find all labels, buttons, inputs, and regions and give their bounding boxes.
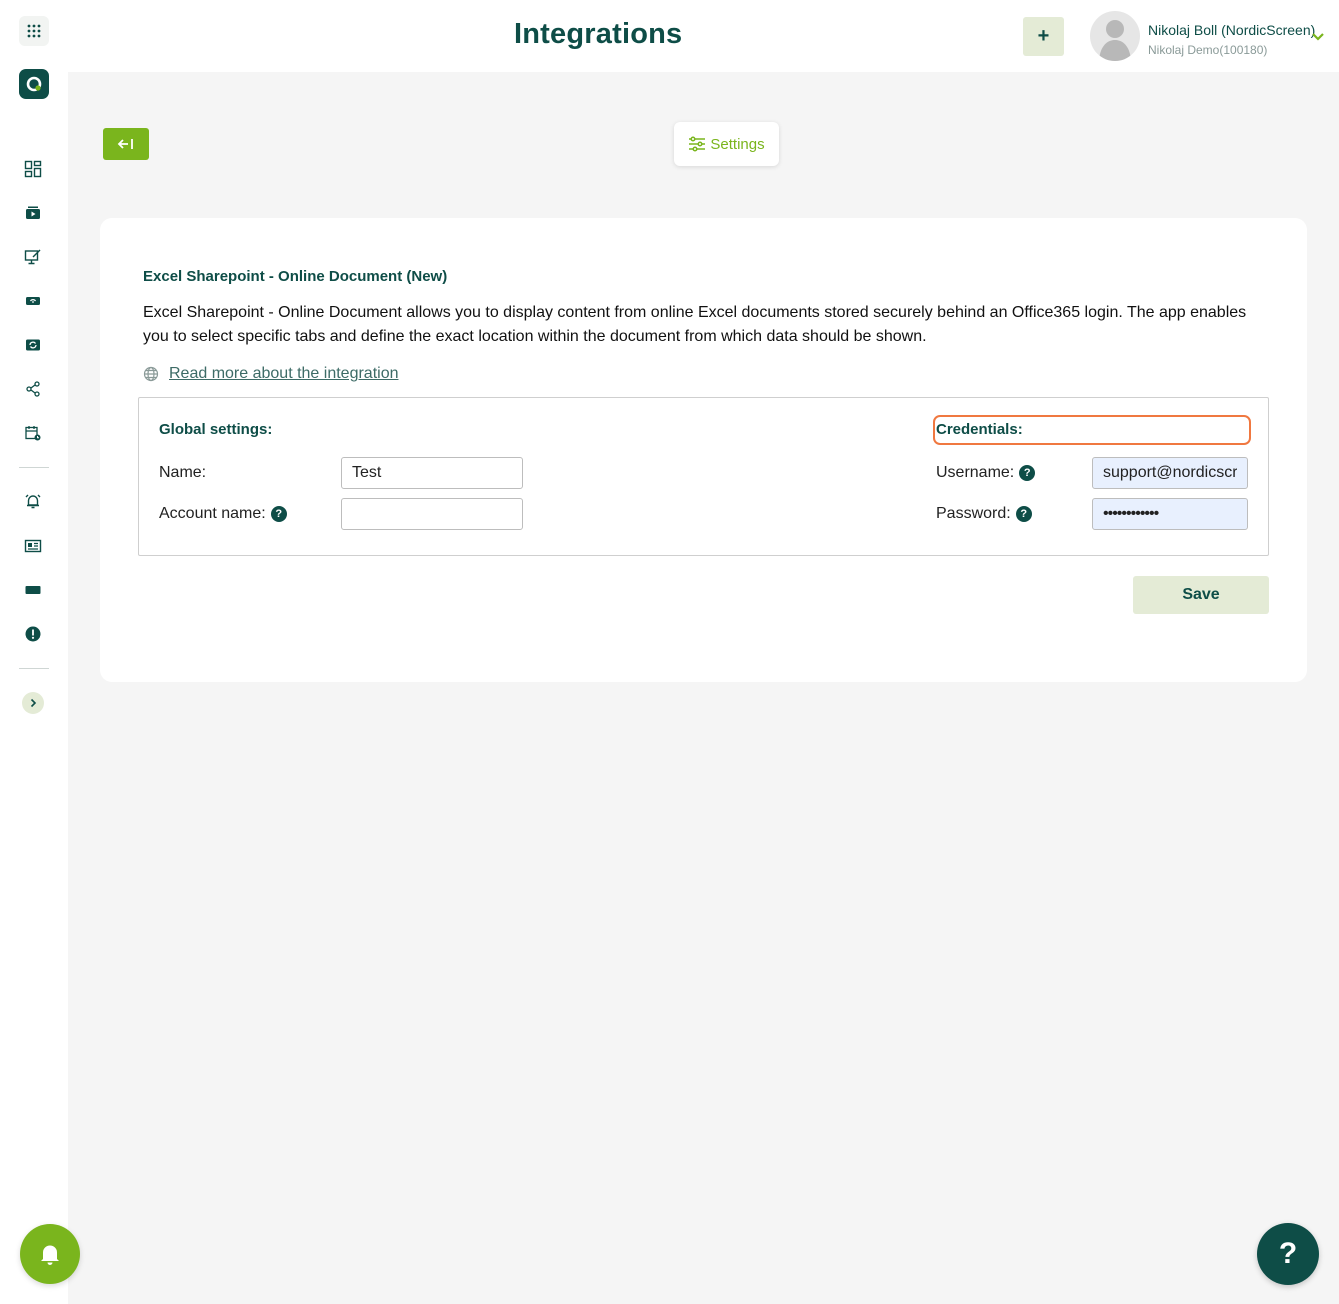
account-name-input[interactable] — [341, 498, 523, 530]
schedule-icon[interactable] — [22, 422, 44, 444]
help-icon[interactable]: ? — [1015, 506, 1032, 522]
apps-grid-icon[interactable] — [19, 16, 49, 46]
password-input[interactable] — [1092, 498, 1248, 530]
app-logo[interactable] — [19, 69, 49, 99]
sidebar — [0, 0, 80, 1304]
bell-icon — [41, 1245, 59, 1265]
edit-screen-icon[interactable] — [22, 246, 44, 268]
account-name-label: Account name: ? — [159, 505, 287, 523]
read-more-row: Read more about the integration — [143, 365, 398, 383]
name-input[interactable] — [341, 457, 523, 489]
user-organization: Nikolaj Demo(100180) — [1148, 43, 1268, 57]
arrow-left-icon — [117, 139, 133, 149]
media-icon[interactable] — [22, 202, 44, 224]
globe-icon — [143, 366, 159, 382]
help-icon[interactable]: ? — [1019, 465, 1036, 481]
name-label-text: Name: — [159, 464, 207, 481]
chevron-down-icon[interactable] — [1311, 30, 1325, 42]
share-icon[interactable] — [22, 378, 44, 400]
page-title: Integrations — [514, 18, 683, 50]
chevron-right-icon — [30, 698, 37, 708]
avatar[interactable] — [1090, 11, 1140, 61]
alarm-icon[interactable] — [22, 490, 44, 512]
integration-title: Excel Sharepoint - Online Document (New) — [143, 268, 448, 285]
username-label: Username: ? — [936, 464, 1036, 482]
player-icon[interactable] — [22, 290, 44, 312]
news-icon[interactable] — [22, 535, 44, 557]
screen-icon[interactable] — [22, 579, 44, 601]
user-name[interactable]: Nikolaj Boll (NordicScreen) — [1148, 22, 1315, 38]
save-button[interactable]: Save — [1133, 576, 1269, 614]
expand-sidebar-button[interactable] — [22, 692, 44, 714]
alert-icon[interactable] — [22, 623, 44, 645]
integration-card: Excel Sharepoint - Online Document (New)… — [100, 218, 1307, 682]
global-settings-heading: Global settings: — [159, 421, 273, 438]
sidebar-divider — [19, 668, 49, 669]
sync-screen-icon[interactable] — [22, 334, 44, 356]
username-input[interactable] — [1092, 457, 1248, 489]
password-label-text: Password: — [936, 505, 1011, 522]
account-name-label-text: Account name: — [159, 505, 266, 522]
tab-settings-label: Settings — [710, 135, 765, 153]
add-button[interactable]: + — [1023, 17, 1064, 56]
help-icon[interactable]: ? — [270, 506, 287, 522]
top-bar: Integrations + Nikolaj Boll (NordicScree… — [68, 0, 1339, 72]
read-more-link[interactable]: Read more about the integration — [169, 365, 398, 383]
integration-description: Excel Sharepoint - Online Document allow… — [143, 304, 1247, 345]
dashboard-icon[interactable] — [22, 158, 44, 180]
username-label-text: Username: — [936, 464, 1015, 481]
password-label: Password: ? — [936, 505, 1032, 523]
name-label: Name: — [159, 464, 206, 482]
sliders-icon — [689, 136, 706, 152]
help-button[interactable]: ? — [1257, 1223, 1319, 1285]
settings-panel: Global settings: Name: Account name: ? C… — [138, 397, 1269, 556]
back-button[interactable] — [103, 128, 149, 160]
credentials-heading: Credentials: — [936, 421, 1023, 438]
sidebar-divider — [19, 467, 49, 468]
tab-settings[interactable]: Settings — [674, 122, 779, 166]
notifications-button[interactable] — [20, 1224, 80, 1284]
